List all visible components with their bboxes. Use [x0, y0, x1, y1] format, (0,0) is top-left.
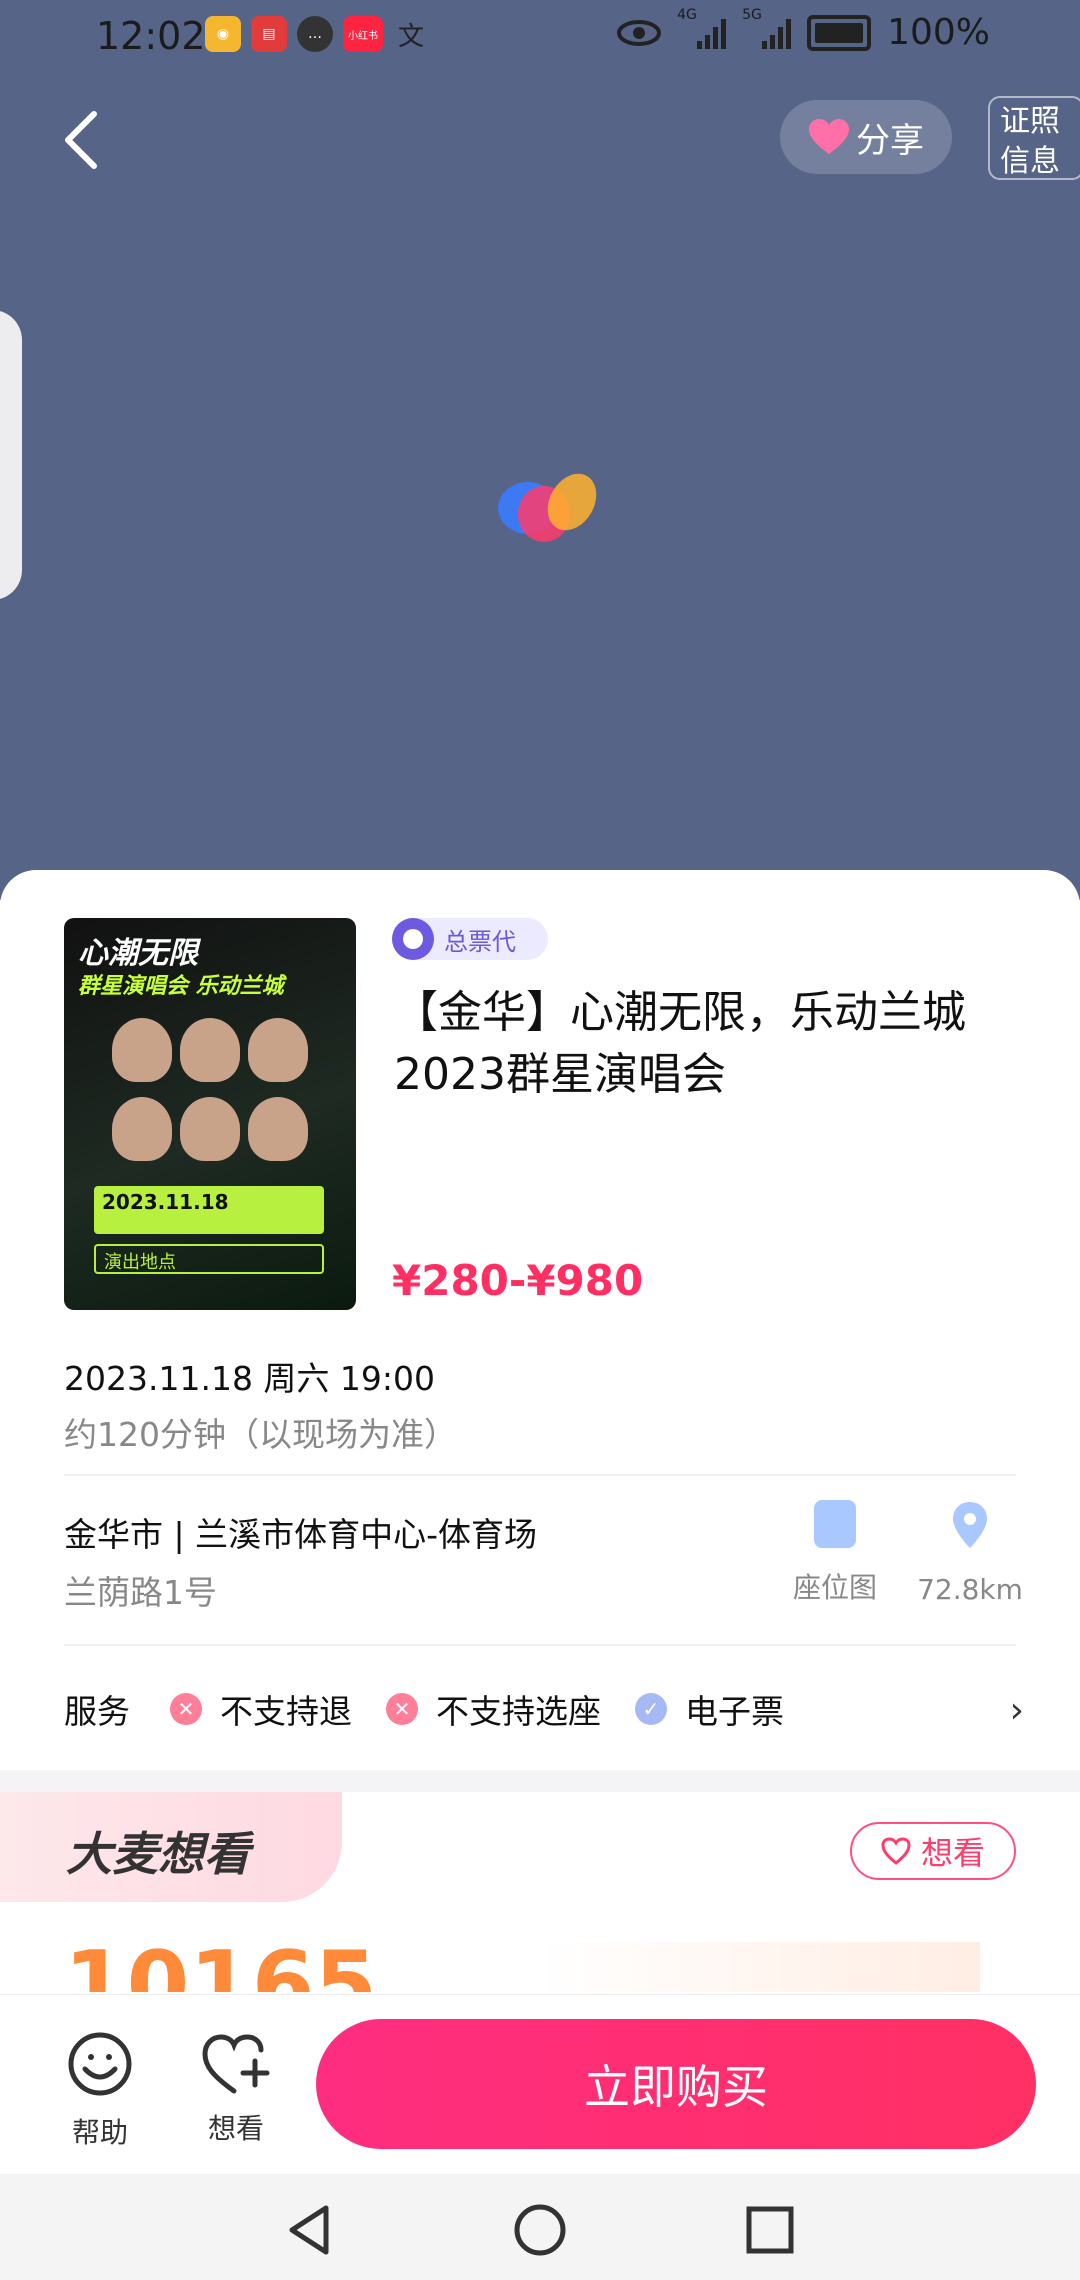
poster-place: 演出地点	[94, 1244, 324, 1274]
event-info-sheet: 心潮无限 群星演唱会 乐动兰城 2023.11.18 演出地点 总票代 【金华】…	[0, 870, 1080, 1770]
status-bar: 12:02 ◉ ▤ … 小红书 文 4G 5G 100%	[0, 0, 1080, 72]
services-row[interactable]: 服务 ✕ 不支持退 ✕ 不支持选座 ✓ 电子票 ›	[64, 1684, 1024, 1734]
cross-icon: ✕	[386, 1693, 418, 1725]
section-gap	[0, 1770, 1080, 1792]
smile-help-icon	[68, 2032, 132, 2096]
poster-performers	[90, 1018, 330, 1168]
event-poster[interactable]: 心潮无限 群星演唱会 乐动兰城 2023.11.18 演出地点	[64, 918, 356, 1310]
license-label-line2: 信息	[1000, 144, 1060, 179]
battery-percent: 100%	[887, 12, 990, 53]
agent-logo-icon	[392, 918, 434, 960]
distance-label: 72.8km	[917, 1573, 1023, 1606]
service-text: 不支持选座	[436, 1692, 601, 1731]
poster-date: 2023.11.18	[94, 1186, 324, 1234]
heart-icon	[809, 119, 849, 154]
book-icon: ▤	[251, 16, 287, 52]
weibo-icon: ◉	[205, 16, 241, 52]
signal-5g-icon: 5G	[742, 7, 792, 49]
license-info-button[interactable]: 证照 信息	[988, 96, 1080, 180]
chevron-left-icon	[65, 111, 97, 169]
eye-icon	[617, 19, 662, 46]
want-to-see-button[interactable]: 想看	[850, 1822, 1016, 1880]
xiaohongshu-icon: 小红书	[343, 16, 383, 52]
status-time: 12:02	[96, 14, 206, 58]
battery-icon	[807, 14, 872, 51]
map-location-button[interactable]: 72.8km	[910, 1500, 1030, 1606]
event-title: 【金华】心潮无限，乐动兰城2023群星演唱会	[394, 987, 966, 1100]
status-indicators: 4G 5G 100%	[617, 7, 990, 53]
help-button[interactable]: 帮助	[60, 2031, 140, 2151]
nav-back-icon[interactable]	[280, 2200, 340, 2260]
check-icon: ✓	[635, 1693, 667, 1725]
translate-icon: 文	[397, 21, 424, 52]
service-no-seat-select: ✕ 不支持选座	[386, 1685, 601, 1733]
services-label: 服务	[64, 1692, 130, 1731]
agent-badge: 总票代	[392, 918, 548, 960]
event-price: ¥280-¥980	[392, 1256, 644, 1305]
seat-map-label: 座位图	[792, 1571, 877, 1604]
agent-badge-label: 总票代	[444, 927, 516, 956]
share-label: 分享	[856, 120, 924, 161]
want-to-see-section: 大麦想看 想看 10165	[0, 1792, 1080, 1992]
poster-subtitle: 群星演唱会 乐动兰城	[78, 974, 284, 999]
event-duration: 约120分钟（以现场为准）	[64, 1415, 457, 1454]
help-label: 帮助	[71, 2116, 128, 2149]
poster-title: 心潮无限	[78, 936, 198, 971]
want-to-see-tab-button[interactable]: 想看	[196, 2031, 276, 2147]
cross-icon: ✕	[170, 1693, 202, 1725]
seat-map-button[interactable]: 座位图	[780, 1500, 890, 1606]
bottom-action-bar: 帮助 想看 立即购买	[0, 1994, 1080, 2175]
system-nav-bar	[0, 2174, 1080, 2280]
back-button[interactable]	[56, 100, 116, 180]
side-tab[interactable]	[0, 310, 22, 600]
service-text: 电子票	[685, 1692, 784, 1731]
chevron-right-icon: ›	[1009, 1690, 1024, 1731]
event-datetime: 2023.11.18 周六 19:00	[64, 1359, 436, 1398]
want-hint-strip	[540, 1942, 980, 1992]
heart-plus-icon	[202, 2034, 270, 2094]
network-5g-label: 5G	[742, 6, 762, 23]
want-label: 想看	[207, 2112, 264, 2145]
location-pin-icon	[953, 1502, 987, 1548]
divider	[64, 1644, 1016, 1646]
hero-area: 12:02 ◉ ▤ … 小红书 文 4G 5G 100% 分享 证照 信息	[0, 0, 1080, 900]
buy-now-button[interactable]: 立即购买	[316, 2019, 1036, 2149]
nav-home-icon[interactable]	[510, 2200, 570, 2260]
divider	[64, 1474, 1016, 1476]
service-e-ticket: ✓ 电子票	[635, 1685, 784, 1733]
service-text: 不支持退	[220, 1692, 352, 1731]
license-label-line1: 证照	[1000, 104, 1060, 139]
want-button-label: 想看	[920, 1834, 985, 1872]
heart-outline-icon	[881, 1837, 911, 1865]
venue-name[interactable]: 金华市 | 兰溪市体育中心-体育场	[64, 1508, 537, 1556]
status-app-icons: ◉ ▤ … 小红书 文	[205, 16, 429, 52]
network-4g-label: 4G	[677, 6, 697, 23]
share-button[interactable]: 分享	[780, 100, 952, 174]
want-count: 10165	[64, 1932, 378, 1992]
service-no-refund: ✕ 不支持退	[170, 1685, 352, 1733]
signal-4g-icon: 4G	[677, 7, 727, 49]
seat-icon	[814, 1500, 856, 1548]
want-banner-title: 大麦想看	[66, 1827, 250, 1881]
chat-icon: …	[297, 16, 333, 52]
damai-logo-icon	[498, 473, 597, 542]
nav-recents-icon[interactable]	[740, 2200, 800, 2260]
venue-address: 兰荫路1号	[64, 1573, 217, 1612]
